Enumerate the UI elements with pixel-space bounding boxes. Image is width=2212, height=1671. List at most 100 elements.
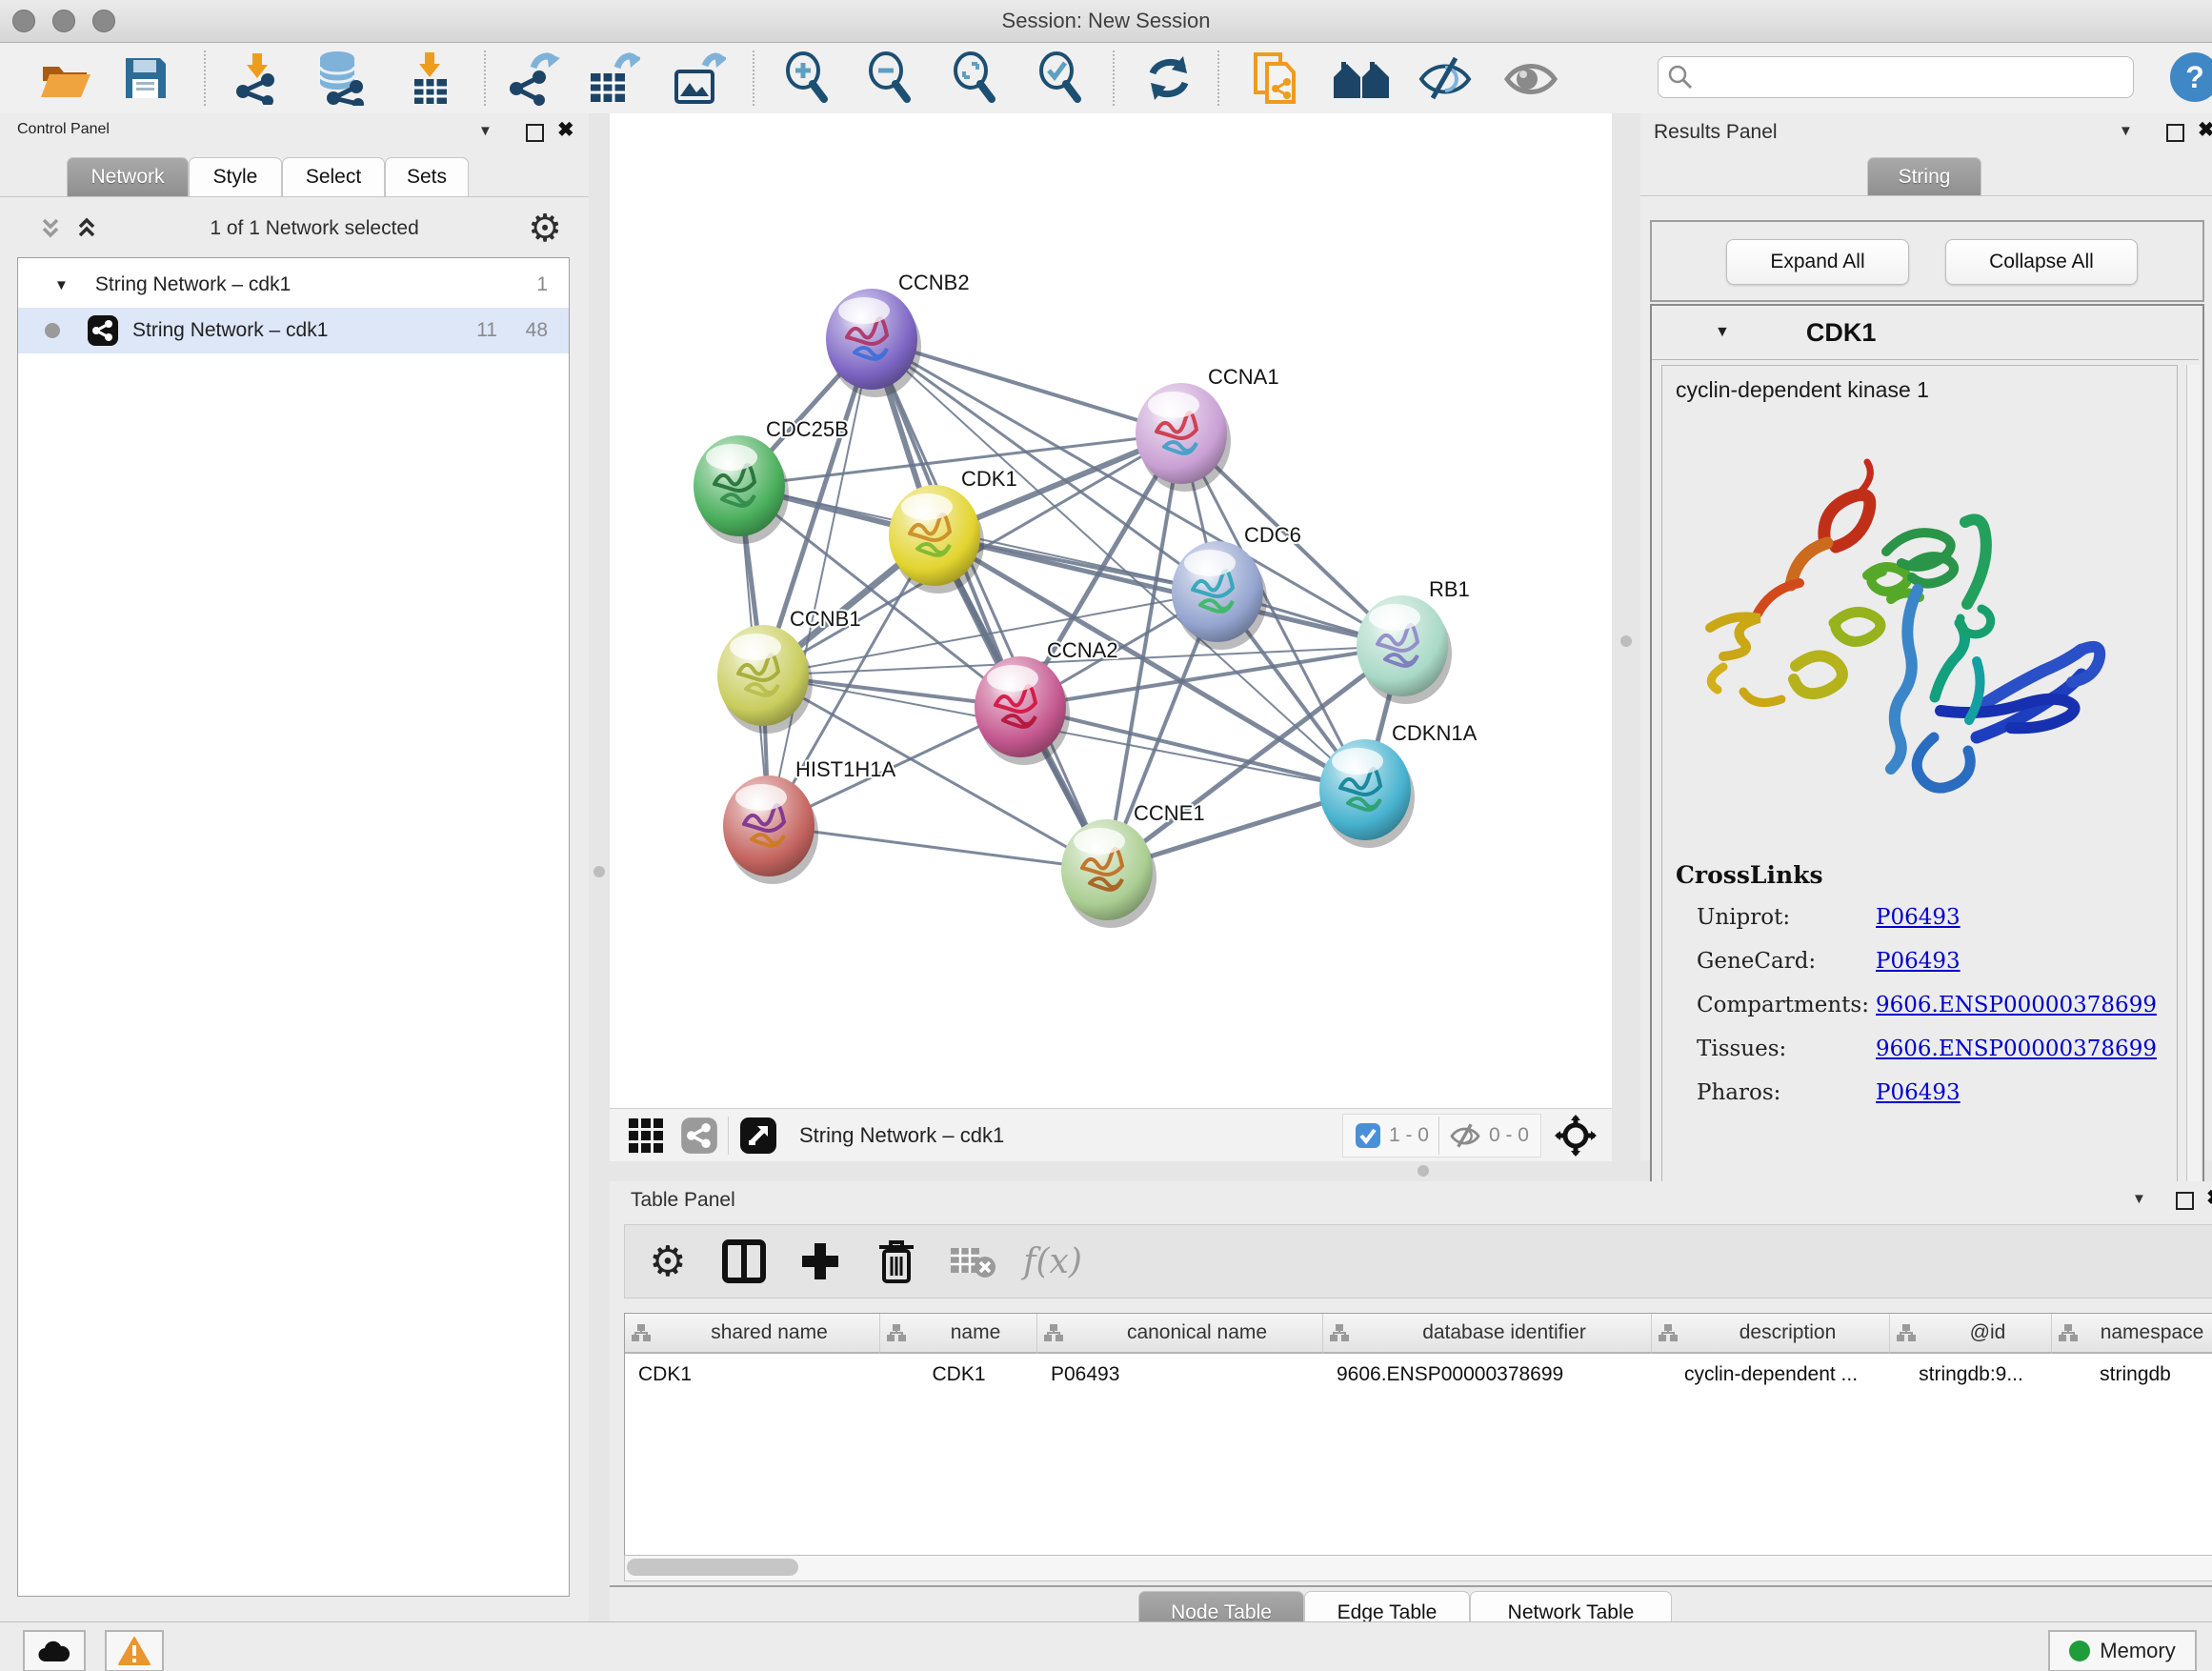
column-header-shared-name[interactable]: shared name bbox=[625, 1314, 880, 1354]
network-node-CCNA1[interactable]: CCNA1 bbox=[1136, 365, 1279, 492]
network-collection-row[interactable]: ▼ String Network – cdk1 1 bbox=[18, 262, 569, 308]
clone-network-button[interactable] bbox=[1246, 50, 1305, 106]
export-table-button[interactable] bbox=[583, 50, 642, 106]
add-column-icon[interactable] bbox=[793, 1235, 848, 1288]
results-panel-close-icon[interactable]: ✖ bbox=[2198, 118, 2212, 142]
tab-network[interactable]: Network bbox=[67, 157, 189, 196]
column-header-namespace[interactable]: namespace bbox=[2052, 1314, 2212, 1354]
entry-header[interactable]: ▼ CDK1 bbox=[1652, 306, 2199, 360]
export-image-button[interactable] bbox=[669, 50, 728, 106]
network-node-HIST1H1A[interactable]: HIST1H1A bbox=[723, 757, 895, 884]
search-field[interactable] bbox=[1658, 56, 2134, 98]
expand-all-button[interactable]: Expand All bbox=[1726, 239, 1909, 285]
zoom-fit-button[interactable] bbox=[947, 50, 1006, 106]
results-scrollbar[interactable] bbox=[2186, 365, 2201, 1199]
function-builder-icon[interactable]: f(x) bbox=[1025, 1235, 1080, 1288]
results-panel-float-icon[interactable] bbox=[2166, 124, 2184, 147]
delete-table-icon[interactable] bbox=[945, 1235, 1000, 1288]
collapse-all-button[interactable]: Collapse All bbox=[1945, 239, 2138, 285]
gear-icon[interactable]: ⚙ bbox=[528, 210, 562, 248]
node-table[interactable]: shared nameCDK1nameCDK1canonical nameP06… bbox=[624, 1313, 2212, 1557]
zoom-out-button[interactable] bbox=[862, 50, 921, 106]
edge-CCNB2-CCNE1[interactable] bbox=[872, 339, 1107, 870]
results-panel-collapse-icon[interactable]: ▼ bbox=[2119, 123, 2133, 139]
tab-string[interactable]: String bbox=[1867, 157, 1981, 196]
tree-expand-icon[interactable]: ▼ bbox=[54, 277, 69, 293]
string-home-button[interactable] bbox=[1332, 50, 1391, 106]
open-session-button[interactable] bbox=[36, 50, 95, 106]
import-network-file-button[interactable] bbox=[229, 50, 288, 106]
warning-status-button[interactable] bbox=[105, 1630, 164, 1671]
tab-sets[interactable]: Sets bbox=[385, 157, 469, 196]
table-cell[interactable]: P06493 bbox=[1037, 1356, 1323, 1394]
delete-column-icon[interactable] bbox=[869, 1235, 924, 1288]
entry-description: cyclin-dependent kinase 1 bbox=[1676, 377, 1929, 403]
refresh-button[interactable] bbox=[1139, 50, 1198, 106]
column-header-canonical-name[interactable]: canonical name bbox=[1037, 1314, 1323, 1354]
network-node-CDKN1A[interactable]: CDKN1A bbox=[1319, 721, 1478, 848]
crosslink-value-link[interactable]: P06493 bbox=[1876, 949, 1961, 993]
grid-view-icon[interactable] bbox=[627, 1117, 665, 1155]
node-label-CCNB2: CCNB2 bbox=[898, 271, 970, 294]
right-splitter[interactable] bbox=[1612, 113, 1640, 1160]
edge-CDK1-RB1[interactable] bbox=[935, 535, 1402, 646]
control-panel-float-icon[interactable] bbox=[526, 124, 544, 147]
column-header-database-identifier[interactable]: database identifier bbox=[1323, 1314, 1652, 1354]
right-splitter-handle[interactable] bbox=[1620, 635, 1632, 647]
table-cell[interactable]: 9606.ENSP00000378699 bbox=[1323, 1356, 1652, 1394]
tab-style[interactable]: Style bbox=[189, 157, 282, 196]
control-panel-collapse-icon[interactable]: ▼ bbox=[478, 123, 493, 139]
crosslink-value-link[interactable]: 9606.ENSP00000378699 bbox=[1876, 993, 2157, 1037]
collapse-all-chevron-icon[interactable] bbox=[36, 214, 65, 243]
zoom-in-button[interactable] bbox=[779, 50, 838, 106]
selected-checkbox-icon[interactable] bbox=[1355, 1122, 1381, 1149]
network-row[interactable]: String Network – cdk1 11 48 bbox=[18, 308, 569, 353]
hidden-eye-slash-icon[interactable] bbox=[1449, 1122, 1481, 1149]
table-cell[interactable]: cyclin-dependent ... bbox=[1652, 1356, 1890, 1394]
left-splitter-handle[interactable] bbox=[593, 866, 605, 877]
network-view-canvas[interactable]: CCNB2CCNA1CDC25BCDK1CDC6RB1CCNB1CCNA2CDK… bbox=[610, 113, 1612, 1108]
birds-eye-view-icon[interactable] bbox=[738, 1116, 778, 1156]
crosslink-value-link[interactable]: P06493 bbox=[1876, 1080, 1961, 1124]
show-glass-button[interactable] bbox=[1501, 50, 1560, 106]
hide-glass-button[interactable] bbox=[1416, 50, 1475, 106]
zoom-selected-button[interactable] bbox=[1033, 50, 1092, 106]
column-header-name[interactable]: name bbox=[880, 1314, 1037, 1354]
import-table-file-button[interactable] bbox=[400, 50, 459, 106]
table-panel-collapse-icon[interactable]: ▼ bbox=[2132, 1191, 2146, 1207]
table-cell[interactable]: stringdb bbox=[2052, 1356, 2212, 1394]
column-header--id[interactable]: @id bbox=[1890, 1314, 2052, 1354]
table-gear-icon[interactable]: ⚙ bbox=[640, 1235, 695, 1288]
crosslink-value-link[interactable]: P06493 bbox=[1876, 905, 1961, 949]
column-header-description[interactable]: description bbox=[1652, 1314, 1890, 1354]
export-network-button[interactable] bbox=[503, 50, 562, 106]
left-splitter[interactable] bbox=[589, 113, 610, 1621]
control-panel-close-icon[interactable]: ✖ bbox=[557, 118, 574, 142]
crosslink-value-link[interactable]: 9606.ENSP00000378699 bbox=[1876, 1037, 2157, 1080]
save-session-button[interactable] bbox=[116, 50, 175, 106]
network-node-RB1[interactable]: RB1 bbox=[1357, 577, 1470, 704]
fit-content-crosshair-icon[interactable] bbox=[1555, 1115, 1597, 1157]
network-share-icon[interactable] bbox=[680, 1117, 718, 1155]
memory-button[interactable]: Memory bbox=[2048, 1630, 2197, 1671]
table-cell[interactable]: stringdb:9... bbox=[1890, 1356, 2052, 1394]
cloud-status-button[interactable] bbox=[23, 1630, 86, 1671]
expand-all-chevron-icon[interactable] bbox=[72, 214, 101, 243]
network-node-CCNB1[interactable]: CCNB1 bbox=[717, 607, 861, 734]
network-node-CCNB2[interactable]: CCNB2 bbox=[826, 271, 970, 397]
table-cell[interactable]: CDK1 bbox=[880, 1356, 1037, 1394]
table-panel-close-icon[interactable]: ✖ bbox=[2206, 1186, 2212, 1210]
memory-label: Memory bbox=[2100, 1639, 2175, 1663]
horizontal-splitter-handle[interactable] bbox=[1418, 1165, 1429, 1177]
edge-HIST1H1A-CCNE1[interactable] bbox=[769, 826, 1107, 870]
table-cell[interactable]: CDK1 bbox=[625, 1356, 880, 1394]
edge-CCNB2-HIST1H1A[interactable] bbox=[769, 339, 872, 826]
import-network-database-button[interactable] bbox=[311, 50, 370, 106]
entry-collapse-icon[interactable]: ▼ bbox=[1715, 324, 1730, 341]
show-columns-icon[interactable] bbox=[716, 1235, 772, 1288]
table-panel-float-icon[interactable] bbox=[2176, 1192, 2194, 1215]
network-tree: ▼ String Network – cdk1 1 String Network… bbox=[17, 257, 570, 1597]
help-button[interactable]: ? bbox=[2170, 52, 2212, 102]
tab-select[interactable]: Select bbox=[282, 157, 385, 196]
search-input[interactable] bbox=[1700, 66, 2123, 90]
